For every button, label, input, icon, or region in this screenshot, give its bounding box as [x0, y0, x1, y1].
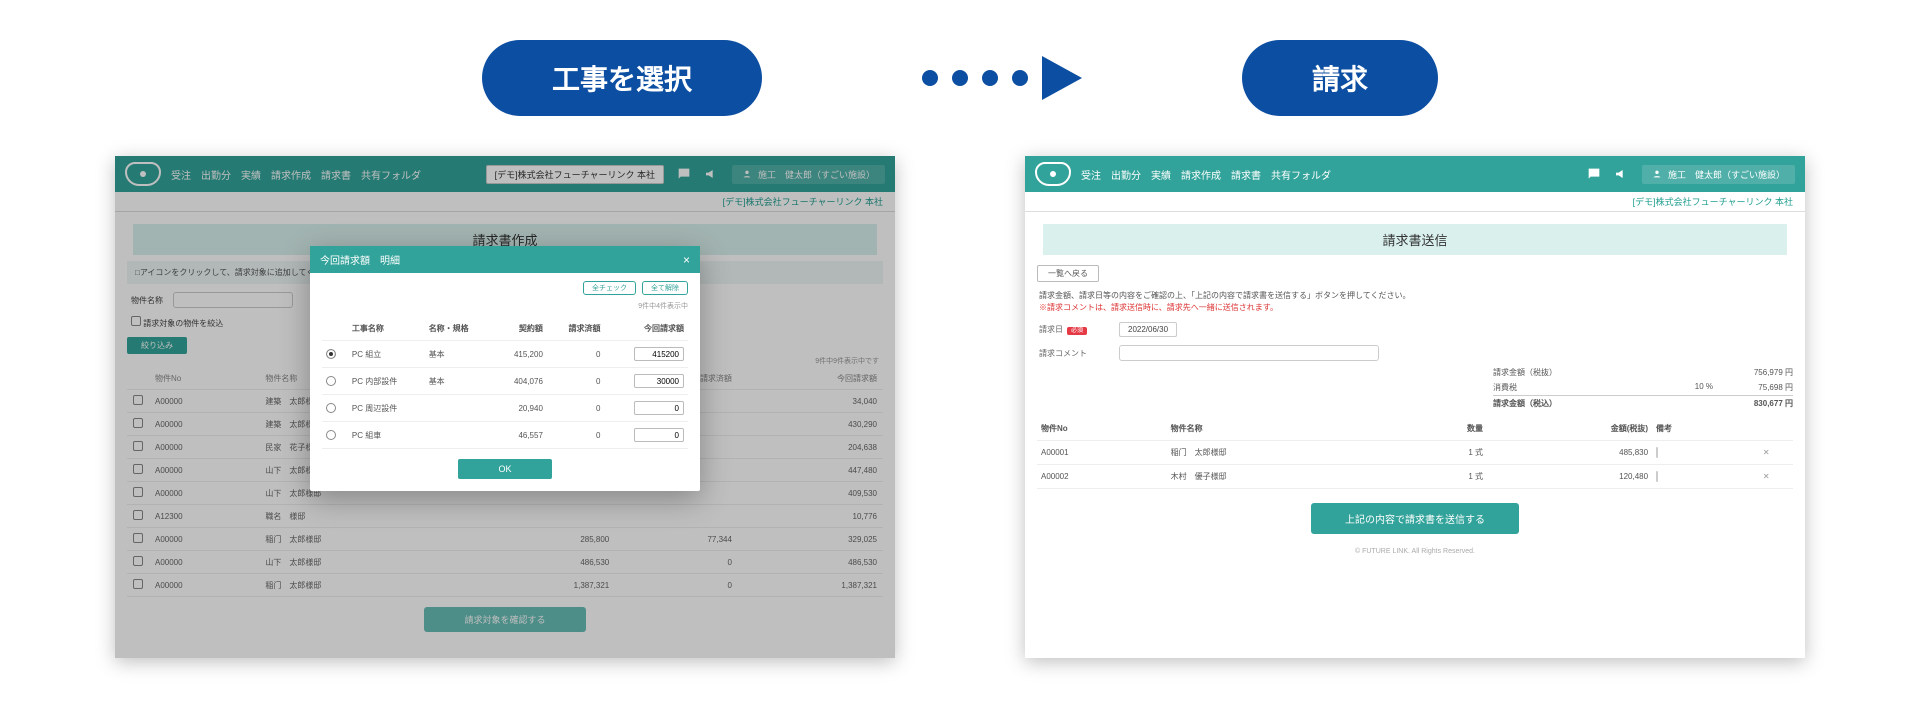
- table-row: A00002木村 優子様邸1 式 120,480 ✕: [1037, 465, 1793, 489]
- dot-icon: [922, 70, 938, 86]
- row-radio[interactable]: [326, 430, 336, 440]
- row-radio[interactable]: [326, 403, 336, 413]
- user-name: 施工 健太郎（すごい施設）: [1668, 168, 1785, 181]
- app-header: 受注 出勤分 実績 請求作成 請求書 共有フォルダ 施工 健太郎（すごい施設）: [1025, 156, 1805, 192]
- flow-arrow: [922, 56, 1082, 100]
- send-invoice-button[interactable]: 上記の内容で請求書を送信する: [1311, 503, 1519, 534]
- main-nav: 受注 出勤分 実績 請求作成 請求書 共有フォルダ: [1081, 167, 1331, 182]
- step-flow: 工事を選択 請求: [0, 0, 1920, 146]
- nav-item[interactable]: 請求書: [1231, 167, 1261, 182]
- table-row: PC 内部設件基本404,0760: [322, 368, 688, 395]
- row-radio[interactable]: [326, 349, 336, 359]
- bill-detail-modal: 今回請求額 明細 × 全チェック 全て解除 9件中4件表示中 工事名称 名称・規…: [310, 246, 700, 491]
- screenshot-send-invoice: 受注 出勤分 実績 請求作成 請求書 共有フォルダ 施工 健太郎（すごい施設） …: [1025, 156, 1805, 658]
- ok-button[interactable]: OK: [458, 459, 551, 479]
- amount-input[interactable]: [634, 428, 684, 442]
- megaphone-icon[interactable]: [1614, 166, 1630, 182]
- screenshot-select-construction: 受注 出勤分 実績 請求作成 請求書 共有フォルダ [デモ]株式会社フューチャー…: [115, 156, 895, 658]
- nav-item[interactable]: 共有フォルダ: [1271, 167, 1331, 182]
- app-logo-icon: [1035, 162, 1071, 186]
- invoice-items-table: 物件No 物件名称 数量 金額(税抜) 備考 A00001稲门 太郎様邸1 式 …: [1037, 417, 1793, 489]
- nav-item[interactable]: 受注: [1081, 167, 1101, 182]
- back-button[interactable]: 一覧へ戻る: [1037, 265, 1099, 282]
- close-icon[interactable]: ×: [683, 253, 690, 267]
- dot-icon: [952, 70, 968, 86]
- table-row: PC 組車46,5570: [322, 422, 688, 449]
- table-row: PC 周辺設件20,9400: [322, 395, 688, 422]
- nav-item[interactable]: 実績: [1151, 167, 1171, 182]
- dot-icon: [1012, 70, 1028, 86]
- modal-title: 今回請求額 明細: [320, 252, 400, 267]
- dot-icon: [982, 70, 998, 86]
- memo-input[interactable]: [1656, 447, 1658, 458]
- modal-count: 9件中4件表示中: [322, 299, 688, 317]
- nav-item[interactable]: 出勤分: [1111, 167, 1141, 182]
- copyright: © FUTURE LINK. All Rights Reserved.: [1037, 542, 1793, 567]
- amount-input[interactable]: [634, 374, 684, 388]
- required-badge: 必須: [1067, 327, 1087, 335]
- user-icon: [1652, 169, 1662, 179]
- remove-icon[interactable]: ✕: [1763, 448, 1770, 457]
- step-pill-left: 工事を選択: [482, 40, 762, 116]
- page-title: 請求書送信: [1043, 224, 1787, 255]
- user-menu[interactable]: 施工 健太郎（すごい施設）: [1642, 165, 1795, 184]
- totals-block: 請求金額（税抜）756,979 円 消費税10 %75,698 円 請求金額（税…: [1493, 365, 1793, 411]
- step-pill-right: 請求: [1242, 40, 1438, 116]
- invoice-comment-input[interactable]: [1119, 345, 1379, 361]
- remove-icon[interactable]: ✕: [1763, 472, 1770, 481]
- table-row: PC 組立基本415,2000: [322, 341, 688, 368]
- amount-input[interactable]: [634, 347, 684, 361]
- sub-org-bar: [デモ]株式会社フューチャーリンク 本社: [1025, 192, 1805, 212]
- row-radio[interactable]: [326, 376, 336, 386]
- nav-item[interactable]: 請求作成: [1181, 167, 1221, 182]
- memo-input[interactable]: [1656, 471, 1658, 482]
- uncheck-all-button[interactable]: 全て解除: [642, 281, 688, 295]
- chat-icon[interactable]: [1586, 166, 1602, 182]
- date-label: 請求日必須: [1039, 324, 1109, 335]
- amount-input[interactable]: [634, 401, 684, 415]
- modal-table: 工事名称 名称・規格 契約額 請求済額 今回請求額 PC 組立基本415,200…: [322, 317, 688, 449]
- arrowhead-icon: [1042, 56, 1082, 100]
- instruction-note: 請求金額、請求日等の内容をご確認の上、「上記の内容で請求書を送信する」ボタンを押…: [1037, 286, 1793, 318]
- check-all-button[interactable]: 全チェック: [583, 281, 636, 295]
- comment-label: 請求コメント: [1039, 348, 1109, 359]
- table-row: A00001稲门 太郎様邸1 式 485,830 ✕: [1037, 441, 1793, 465]
- invoice-date-input[interactable]: 2022/06/30: [1119, 322, 1177, 337]
